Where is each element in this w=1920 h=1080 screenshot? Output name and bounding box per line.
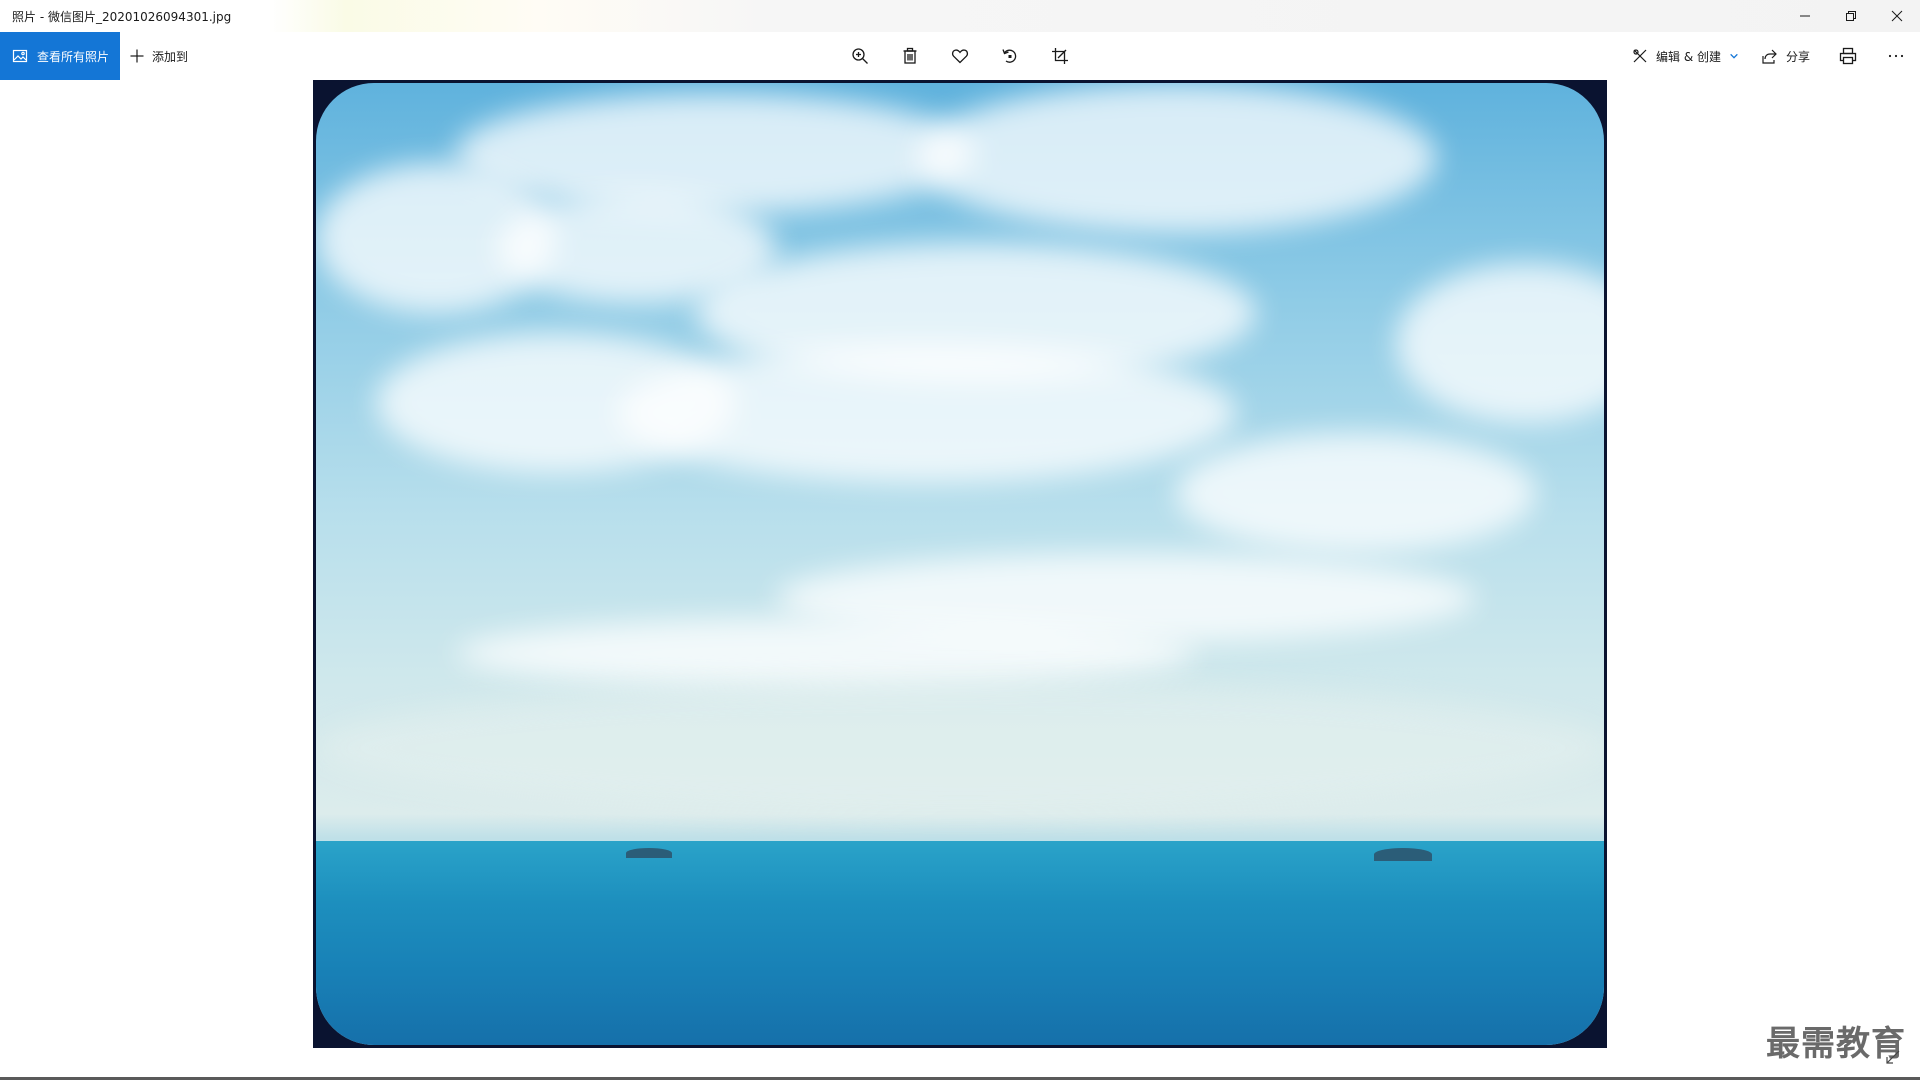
delete-button[interactable] (890, 32, 930, 80)
sea (316, 841, 1604, 1045)
cloud (1396, 263, 1604, 423)
minimize-button[interactable] (1782, 0, 1828, 32)
rotate-icon (1002, 49, 1017, 63)
view-all-photos-label: 查看所有照片 (37, 49, 110, 64)
title-bar: 照片 - 微信图片_20201026094301.jpg (0, 0, 1920, 32)
chevron-down-icon (1730, 53, 1738, 59)
close-button[interactable] (1874, 0, 1920, 32)
favorite-button[interactable] (940, 32, 980, 80)
share-icon (1762, 49, 1777, 64)
edit-create-icon (1633, 49, 1647, 63)
delete-icon (903, 47, 917, 64)
plus-icon (130, 49, 144, 63)
cloud (1176, 433, 1536, 553)
close-icon (1891, 10, 1903, 22)
add-to-button[interactable]: 添加到 (130, 32, 188, 80)
photo-image[interactable] (316, 83, 1604, 1045)
share-button[interactable]: 分享 (1762, 32, 1810, 80)
cloud (456, 618, 1196, 688)
resize-icon[interactable] (1886, 1050, 1900, 1064)
rotate-button[interactable] (990, 32, 1030, 80)
print-icon (1839, 47, 1857, 65)
watermark-logo: 最需教育 (1766, 1024, 1906, 1064)
cloud (316, 683, 1604, 813)
island (626, 848, 672, 858)
window-title: 照片 - 微信图片_20201026094301.jpg (12, 10, 232, 24)
island (1374, 848, 1432, 861)
more-button[interactable] (1876, 32, 1916, 80)
gallery-icon (12, 49, 28, 63)
cloud (616, 343, 1236, 483)
add-to-label: 添加到 (152, 49, 189, 64)
command-bar: 查看所有照片 添加到 编辑 & 创建 分享 (0, 32, 1920, 80)
view-all-photos-button[interactable]: 查看所有照片 (0, 32, 120, 80)
print-button[interactable] (1828, 32, 1868, 80)
cloud (916, 83, 1436, 233)
zoom-in-button[interactable] (840, 32, 880, 80)
crop-button[interactable] (1040, 32, 1080, 80)
restore-icon (1846, 11, 1856, 21)
photo-frame (313, 80, 1607, 1048)
minimize-icon (1800, 15, 1810, 17)
favorite-icon (951, 49, 969, 64)
more-icon (1888, 54, 1904, 58)
edit-create-button[interactable]: 编辑 & 创建 (1632, 32, 1739, 80)
zoom-in-icon (852, 48, 868, 64)
share-label: 分享 (1786, 49, 1811, 64)
restore-button[interactable] (1828, 0, 1874, 32)
edit-create-label: 编辑 & 创建 (1656, 49, 1721, 64)
crop-icon (1052, 48, 1068, 64)
